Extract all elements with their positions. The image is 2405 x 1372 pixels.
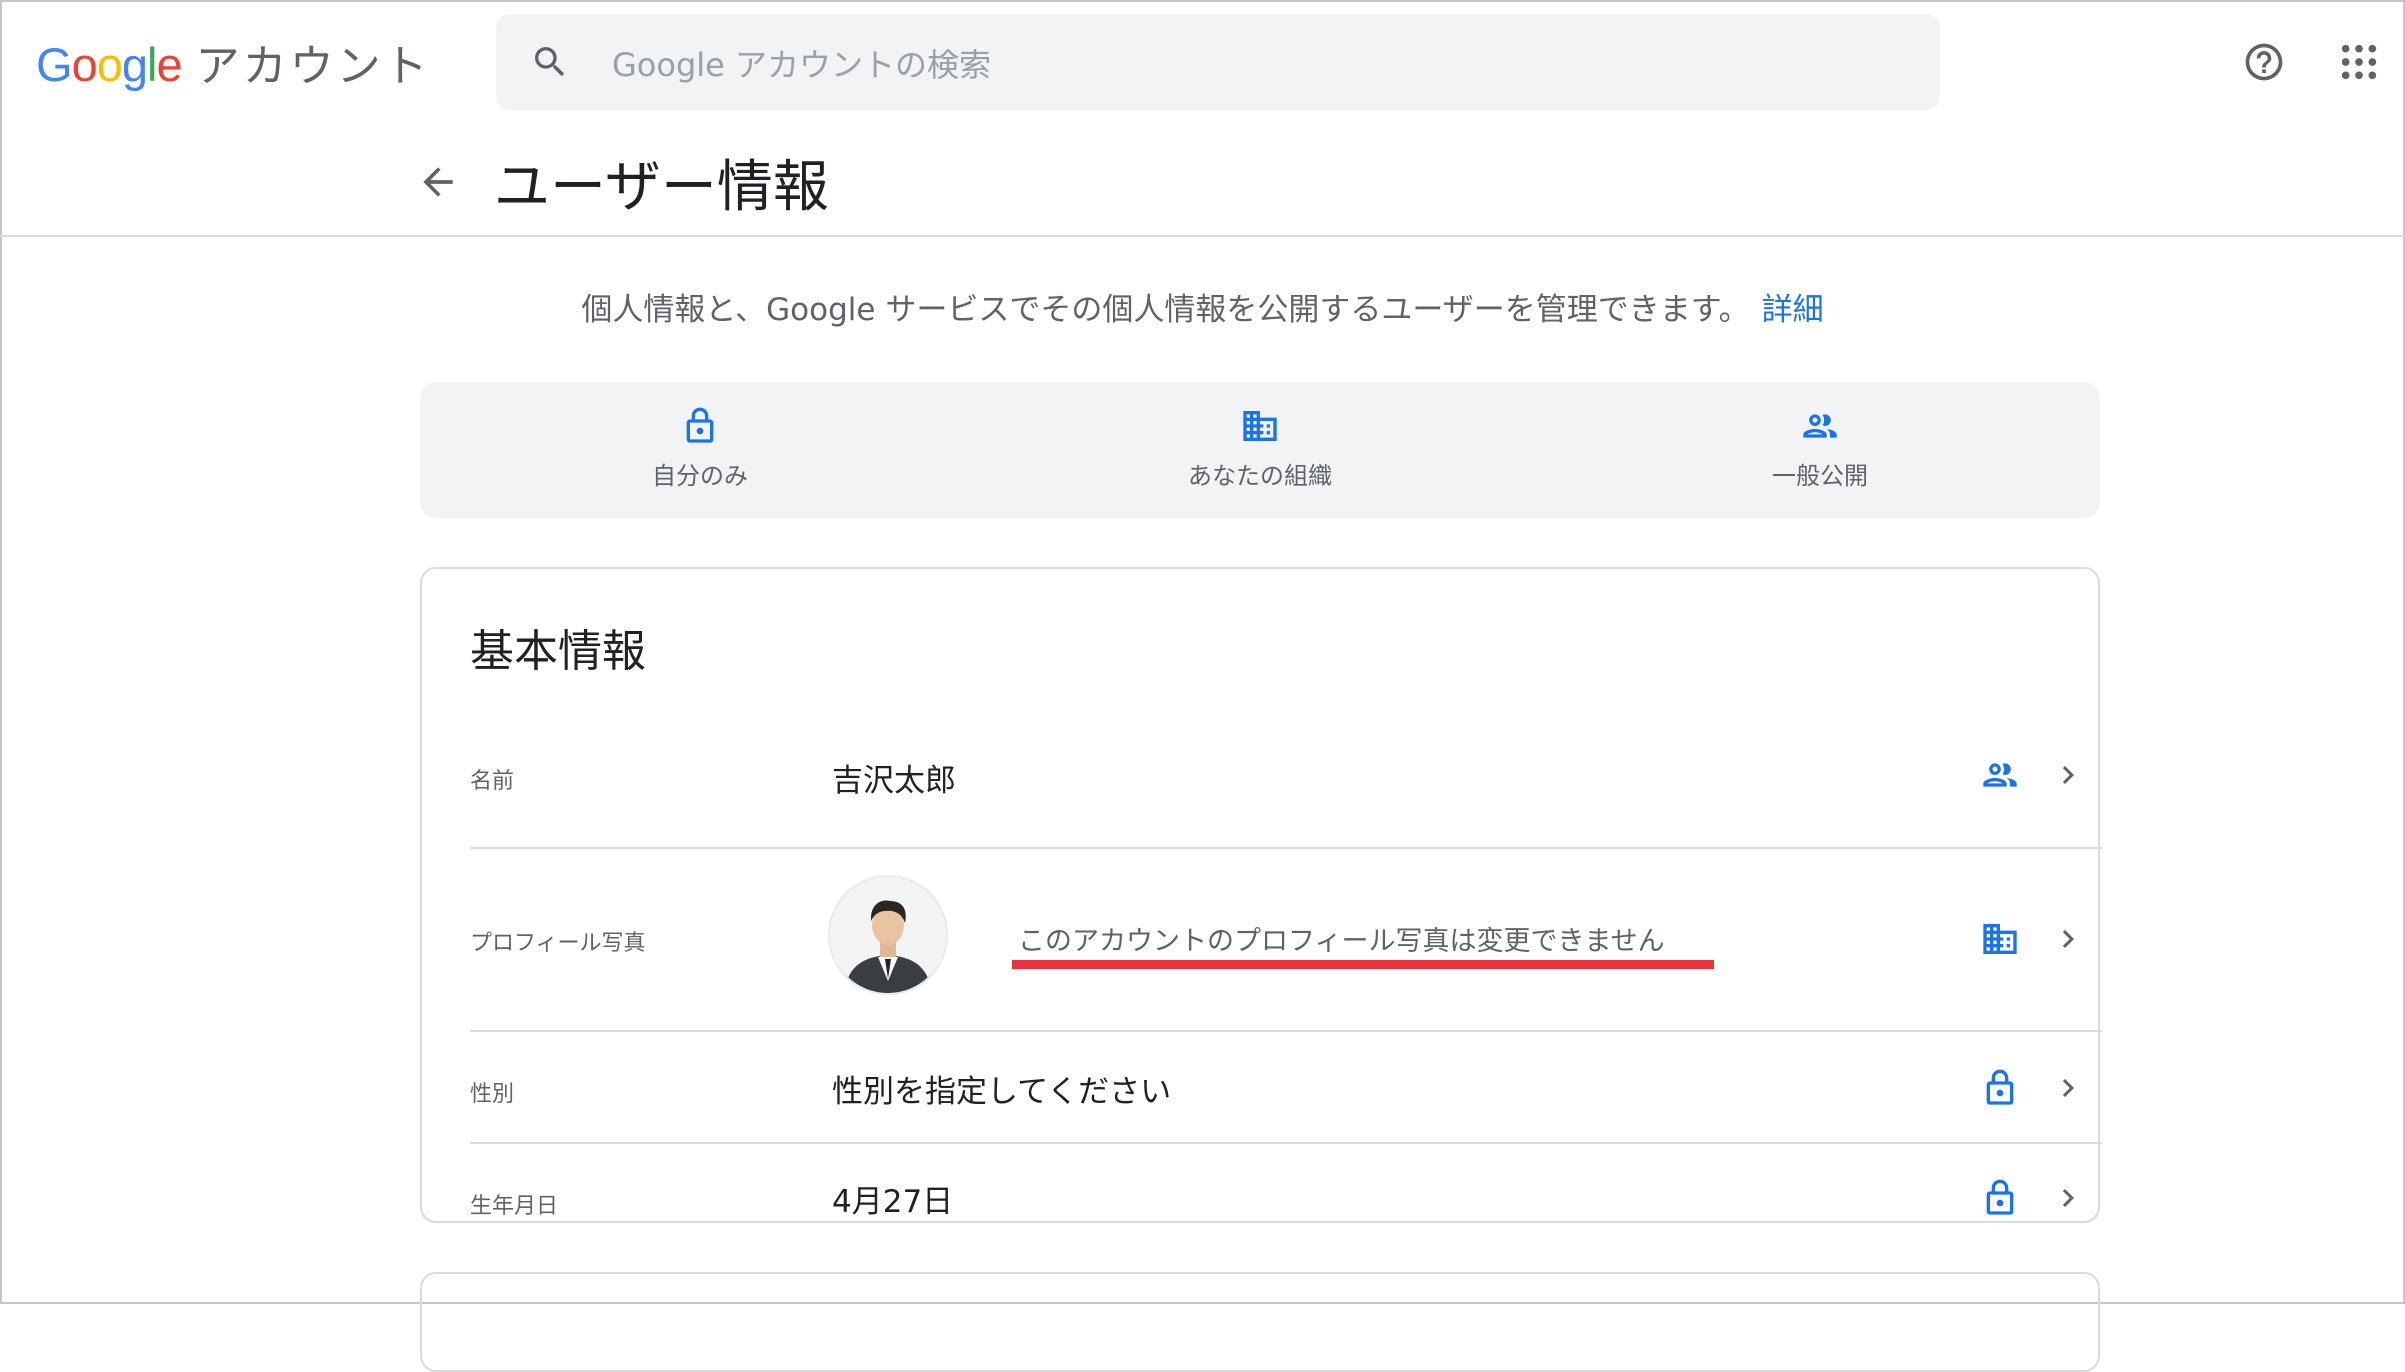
row-label: プロフィール写真 bbox=[470, 931, 646, 956]
visibility-legend: 自分のみ あなたの組織 一般公開 bbox=[420, 382, 2100, 518]
lock-icon bbox=[1986, 1069, 2014, 1105]
row-value: 性別を指定してください bbox=[832, 1074, 1172, 1110]
chevron-right-icon[interactable] bbox=[2050, 1070, 2086, 1106]
apps-grid-icon[interactable] bbox=[2339, 42, 2379, 82]
info-row-gender[interactable]: 性別 性別を指定してください bbox=[470, 1032, 2102, 1144]
chevron-right-icon[interactable] bbox=[2050, 1180, 2086, 1216]
logo-letter: e bbox=[156, 38, 182, 91]
profile-photo-image bbox=[830, 877, 946, 993]
info-row-profile-photo[interactable]: プロフィール写真 このアカウントのプロフィール写真は変更できません bbox=[470, 849, 2102, 1032]
row-label: 性別 bbox=[470, 1082, 515, 1107]
page-title: ユーザー情報 bbox=[494, 155, 829, 220]
people-icon bbox=[1983, 763, 2017, 787]
basic-info-card: 基本情報 名前 吉沢太郎 プロフィール写真 このアカウントのプロフィール写真は変… bbox=[420, 567, 2102, 1223]
chevron-right-icon[interactable] bbox=[2050, 757, 2086, 793]
lock-icon bbox=[686, 407, 714, 443]
people-icon bbox=[1803, 414, 1837, 438]
info-row-name[interactable]: 名前 吉沢太郎 bbox=[470, 703, 2102, 849]
highlight-underline bbox=[1012, 960, 1714, 969]
logo-letter: o bbox=[71, 38, 98, 91]
google-wordmark: Google bbox=[36, 37, 183, 92]
profile-photo-message: このアカウントのプロフィール写真は変更できません bbox=[1018, 926, 1665, 957]
section-title: 基本情報 bbox=[470, 626, 646, 677]
back-arrow-icon[interactable] bbox=[416, 160, 460, 204]
next-section-card bbox=[420, 1272, 2100, 1372]
chevron-right-icon[interactable] bbox=[2050, 921, 2086, 957]
avatar bbox=[828, 875, 948, 995]
logo-letter: G bbox=[36, 38, 73, 91]
page-intro: 個人情報と、Google サービスでその個人情報を公開するユーザーを管理できます… bbox=[0, 284, 2405, 329]
product-name: アカウント bbox=[195, 41, 431, 92]
search-bar[interactable]: Google アカウントの検索 bbox=[496, 14, 1940, 110]
row-value: 4月27日 bbox=[832, 1184, 954, 1220]
row-label: 生年月日 bbox=[470, 1194, 559, 1219]
google-account-logo[interactable]: Google アカウント bbox=[36, 30, 431, 94]
lock-icon bbox=[1986, 1179, 2014, 1215]
logo-letter: g bbox=[121, 38, 148, 91]
row-value: 吉沢太郎 bbox=[832, 763, 956, 799]
building-icon bbox=[1243, 411, 1277, 441]
legend-item-only-me: 自分のみ bbox=[420, 382, 980, 518]
search-icon[interactable] bbox=[530, 42, 570, 82]
intro-text: 個人情報と、Google サービスでその個人情報を公開するユーザーを管理できます… bbox=[581, 292, 1750, 328]
row-label: 名前 bbox=[470, 769, 515, 794]
legend-label: 一般公開 bbox=[1772, 462, 1868, 490]
legend-item-organization: あなたの組織 bbox=[980, 382, 1540, 518]
help-icon[interactable] bbox=[2242, 40, 2286, 84]
building-icon bbox=[1983, 924, 2017, 954]
info-row-birthday[interactable]: 生年月日 4月27日 bbox=[470, 1144, 2102, 1222]
search-input[interactable]: Google アカウントの検索 bbox=[612, 40, 991, 86]
learn-more-link[interactable]: 詳細 bbox=[1762, 292, 1824, 328]
logo-letter: o bbox=[96, 38, 123, 91]
legend-label: 自分のみ bbox=[652, 462, 748, 490]
app-header: Google アカウント Google アカウントの検索 ユーザー情報 bbox=[0, 0, 2405, 237]
legend-item-public: 一般公開 bbox=[1540, 382, 2100, 518]
legend-label: あなたの組織 bbox=[1188, 462, 1332, 490]
